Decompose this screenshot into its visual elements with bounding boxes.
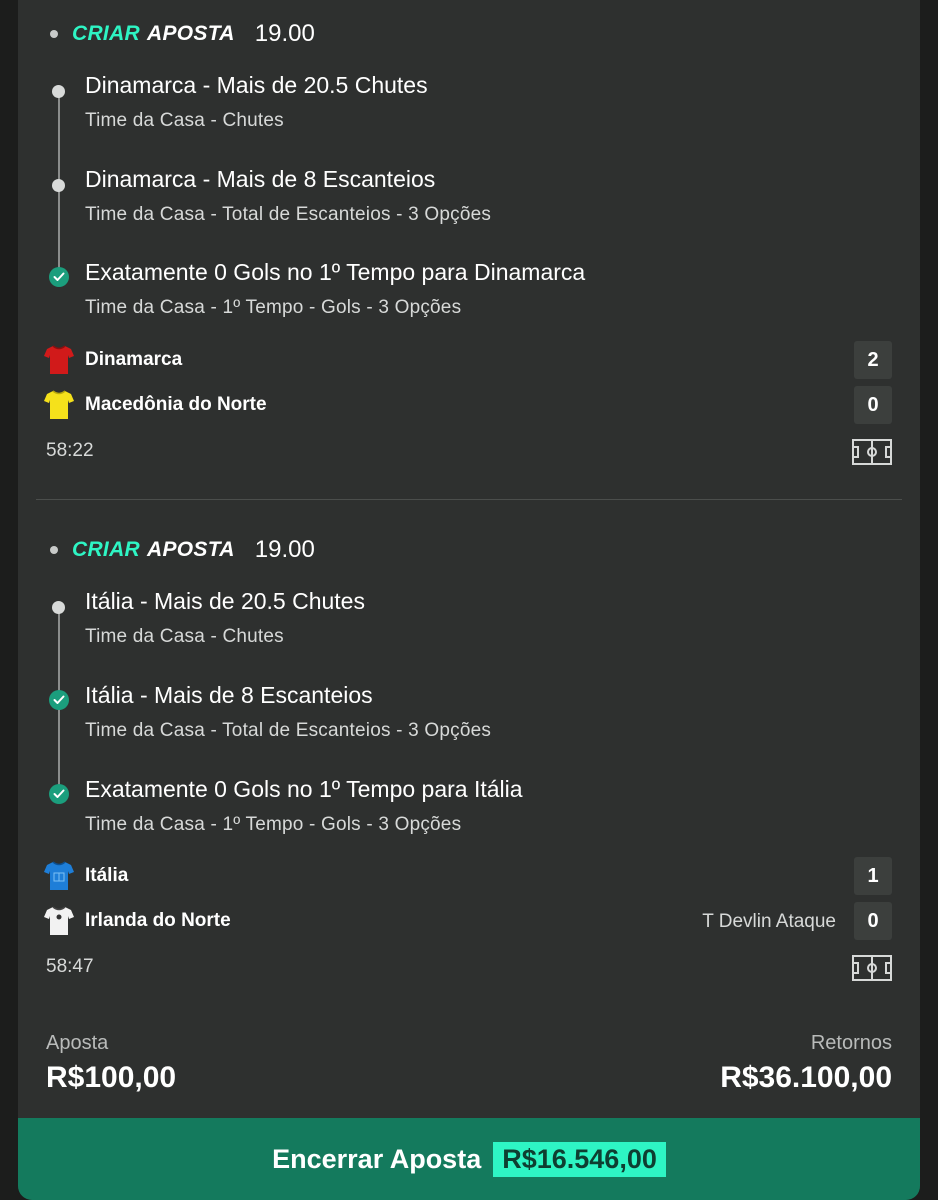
selection-item: Exatamente 0 Gols no 1º Tempo para Dinam… (18, 259, 878, 329)
stake-label: Aposta (46, 1032, 109, 1054)
selection-subtitle: Time da Casa - Chutes (85, 110, 284, 131)
selection-title: Exatamente 0 Gols no 1º Tempo para Itáli… (85, 776, 523, 802)
away-score: 0 (854, 902, 892, 940)
home-team-row: Dinamarca 2 (18, 340, 920, 380)
bet-divider (36, 499, 902, 500)
check-icon (49, 784, 69, 804)
returns-value: R$36.100,00 (720, 1061, 892, 1094)
bullet-icon (50, 546, 58, 554)
selection-title: Itália - Mais de 20.5 Chutes (85, 588, 365, 614)
criar-label: CRIAR (72, 22, 140, 45)
cashout-amount: R$16.546,00 (493, 1141, 666, 1177)
selection-subtitle: Time da Casa - 1º Tempo - Gols - 3 Opçõe… (85, 814, 462, 835)
cashout-label: Encerrar Aposta (272, 1143, 482, 1174)
match-clock: 58:22 (46, 440, 94, 461)
away-shirt-icon (44, 390, 74, 419)
bullet-icon (50, 30, 58, 38)
home-score: 1 (854, 857, 892, 895)
selection-title: Exatamente 0 Gols no 1º Tempo para Dinam… (85, 259, 586, 285)
home-team-name: Dinamarca (85, 349, 183, 370)
aposta-label: APOSTA (147, 22, 235, 45)
home-team-name: Itália (85, 865, 129, 886)
scorer-info: T Devlin Ataque (702, 911, 836, 932)
selection-title: Dinamarca - Mais de 8 Escanteios (85, 166, 436, 192)
match-clock: 58:47 (46, 956, 94, 977)
selection-item: Dinamarca - Mais de 8 Escanteios Time da… (18, 166, 878, 236)
home-shirt-icon (44, 861, 74, 890)
selection-item: Dinamarca - Mais de 20.5 Chutes Time da … (18, 72, 878, 142)
pitch-icon[interactable] (852, 955, 892, 981)
criar-label: CRIAR (72, 538, 140, 561)
selection-subtitle: Time da Casa - Total de Escanteios - 3 O… (85, 720, 492, 741)
check-icon (49, 267, 69, 287)
pending-dot-icon (52, 85, 65, 98)
bet-card: CRIAR APOSTA 19.00 Dinamarca - Mais de 2… (18, 0, 920, 1200)
bet-odds: 19.00 (254, 20, 315, 47)
aposta-label: APOSTA (147, 538, 235, 561)
selection-subtitle: Time da Casa - Total de Escanteios - 3 O… (85, 204, 492, 225)
selection-item: Itália - Mais de 8 Escanteios Time da Ca… (18, 682, 878, 752)
stake-value: R$100,00 (46, 1061, 177, 1094)
home-score: 2 (854, 341, 892, 379)
cashout-button[interactable]: Encerrar Aposta R$16.546,00 (18, 1118, 920, 1200)
selection-item: Exatamente 0 Gols no 1º Tempo para Itáli… (18, 776, 878, 846)
bet-odds: 19.00 (254, 536, 315, 563)
pending-dot-icon (52, 179, 65, 192)
pitch-icon[interactable] (852, 439, 892, 465)
away-team-row: Macedônia do Norte 0 (18, 385, 920, 425)
selection-title: Dinamarca - Mais de 20.5 Chutes (85, 72, 428, 98)
away-score: 0 (854, 386, 892, 424)
home-shirt-icon (44, 345, 74, 374)
returns-label: Retornos (810, 1032, 892, 1054)
check-icon (49, 690, 69, 710)
away-shirt-icon (44, 906, 74, 935)
bet-header: CRIAR APOSTA 19.00 (50, 535, 315, 565)
home-team-row: Itália 1 (18, 856, 920, 896)
bet-header: CRIAR APOSTA 19.00 (50, 19, 315, 49)
selection-title: Itália - Mais de 8 Escanteios (85, 682, 373, 708)
pending-dot-icon (52, 601, 65, 614)
selection-subtitle: Time da Casa - 1º Tempo - Gols - 3 Opçõe… (85, 297, 462, 318)
selection-item: Itália - Mais de 20.5 Chutes Time da Cas… (18, 588, 878, 658)
selection-subtitle: Time da Casa - Chutes (85, 626, 284, 647)
away-team-name: Macedônia do Norte (85, 394, 267, 415)
away-team-row: Irlanda do Norte T Devlin Ataque 0 (18, 901, 920, 941)
away-team-name: Irlanda do Norte (85, 910, 231, 931)
